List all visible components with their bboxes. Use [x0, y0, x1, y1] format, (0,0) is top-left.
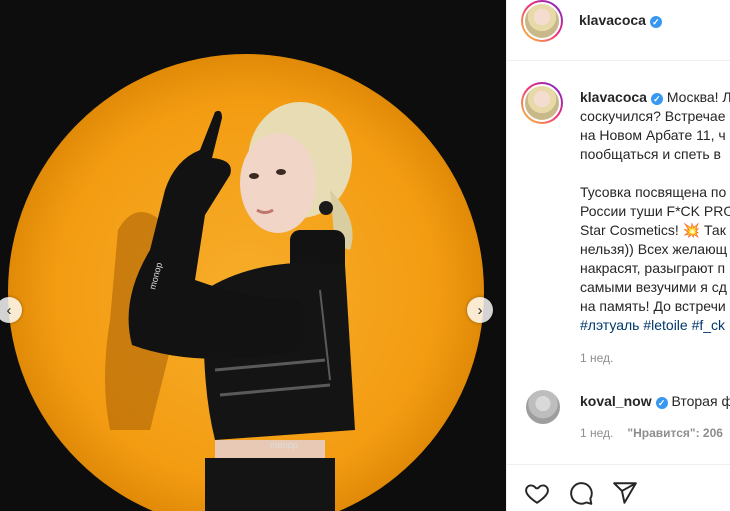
comment-icon[interactable] [567, 480, 595, 506]
post-actions [523, 480, 639, 506]
verified-badge-icon: ✓ [650, 93, 663, 105]
next-photo-button[interactable]: › [467, 297, 493, 323]
caption-line: накрасят, разыграют п [580, 260, 726, 276]
face [240, 133, 316, 233]
verified-badge-icon: ✓ [649, 16, 662, 28]
comment-likes[interactable]: "Нравится": 206 [627, 426, 723, 440]
caption-line: России туши F*CK PRO [580, 203, 730, 219]
comment: koval_now ✓ Вторая ф [580, 393, 730, 409]
caption-timestamp[interactable]: 1 нед. [580, 351, 613, 365]
caption-line: нельзя)) Всех желающ [580, 241, 728, 257]
chevron-right-icon: › [477, 301, 483, 319]
share-icon[interactable] [611, 480, 639, 506]
header-username-link[interactable]: klavacoca [579, 12, 646, 28]
caption-hashtags[interactable]: #лэтуаль #letoile #f_ck [580, 316, 730, 335]
caption-line: на память! До встречи [580, 298, 726, 314]
caption-line: самыми везучими я сд [580, 279, 727, 295]
header-divider [507, 60, 730, 61]
post-photo[interactable]: monop monop ‹ › [0, 0, 506, 511]
comment-text: Вторая ф [671, 393, 730, 409]
post-image: monop monop [0, 0, 506, 511]
caption-line: на Новом Арбате 11, ч [580, 127, 726, 143]
comment-meta: 1 нед. "Нравится": 206 [580, 426, 723, 440]
svg-text:monop: monop [270, 440, 298, 450]
avatar-image [523, 2, 561, 40]
header-avatar[interactable] [521, 0, 563, 42]
post-caption: klavacoca ✓ Москва! Л соскучился? Встреча… [580, 88, 730, 335]
caption-line: Москва! Л [666, 89, 730, 105]
earring [319, 201, 333, 215]
avatar-image [523, 84, 561, 122]
caption-line: Star Cosmetics! 💥 Так [580, 222, 726, 238]
caption-avatar[interactable] [521, 82, 563, 124]
caption-line: Тусовка посвящена по [580, 184, 727, 200]
verified-badge-icon: ✓ [655, 397, 668, 409]
actions-divider [507, 464, 730, 465]
caption-username[interactable]: klavacoca [580, 89, 647, 105]
commenter-avatar[interactable] [526, 390, 560, 424]
header-username[interactable]: klavacoca ✓ [579, 12, 662, 28]
caption-line: соскучился? Встречае [580, 108, 726, 124]
chevron-left-icon: ‹ [6, 301, 12, 319]
post-side-panel: klavacoca ✓ klavacoca ✓ Москва! Л соскучил… [506, 0, 730, 511]
heart-icon[interactable] [523, 480, 551, 506]
caption-gap [580, 164, 730, 183]
comment-username[interactable]: koval_now [580, 393, 652, 409]
caption-line: пообщаться и спеть в [580, 146, 721, 162]
comment-timestamp[interactable]: 1 нед. [580, 426, 613, 440]
